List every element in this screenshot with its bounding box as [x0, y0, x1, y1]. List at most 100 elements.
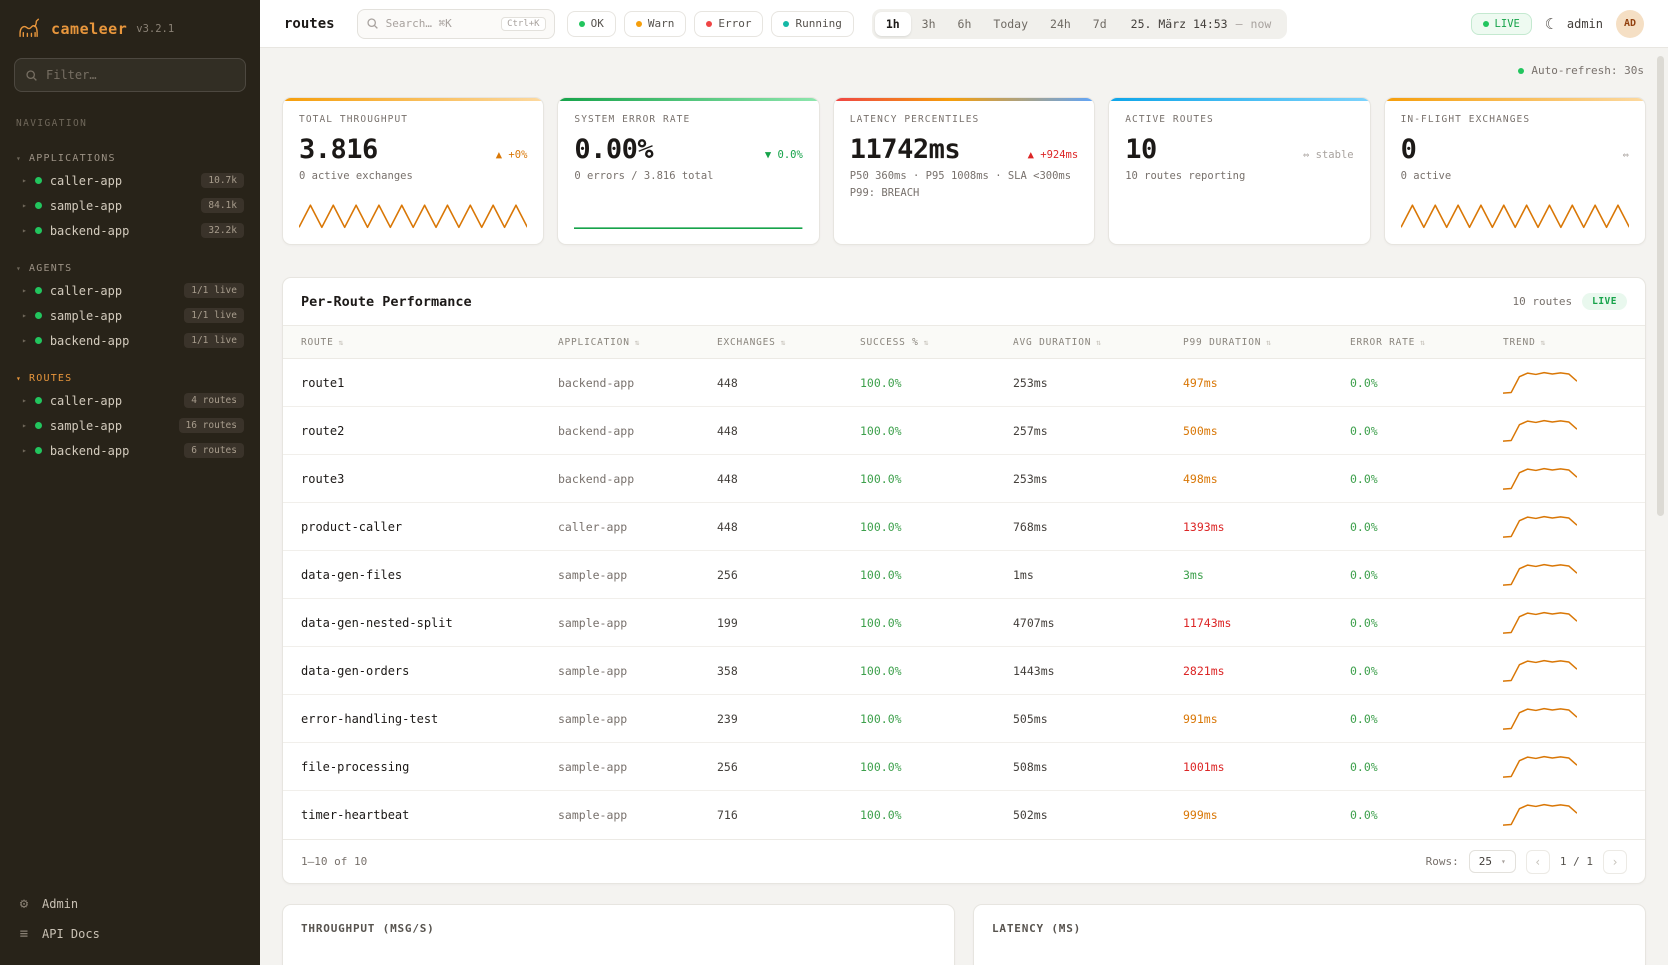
sidebar-item-caller-app[interactable]: ▸caller-app1/1 live	[0, 278, 260, 303]
time-range-display[interactable]: 25. März 14:53 — now	[1118, 17, 1285, 31]
time-from: 25. März 14:53	[1131, 17, 1228, 31]
range-24h[interactable]: 24h	[1039, 12, 1082, 36]
application-name: caller-app	[558, 520, 717, 534]
rows-per-page-select[interactable]: 25 ▾	[1469, 850, 1516, 873]
column-header-exchanges[interactable]: EXCHANGES⇅	[717, 337, 860, 348]
pagination-controls: Rows: 25 ▾ ‹ 1 / 1 ›	[1426, 850, 1627, 874]
sidebar-item-backend-app[interactable]: ▸backend-app32.2k	[0, 218, 260, 243]
sidebar-item-sample-app[interactable]: ▸sample-app16 routes	[0, 413, 260, 438]
success-value: 100.0%	[860, 568, 1013, 582]
sidebar-footer-admin[interactable]: ⚙Admin	[16, 889, 244, 919]
exchanges-value: 256	[717, 760, 860, 774]
table-row[interactable]: data-gen-orderssample-app358100.0%1443ms…	[283, 647, 1645, 695]
table-row[interactable]: file-processingsample-app256100.0%508ms1…	[283, 743, 1645, 791]
column-label: P99 DURATION	[1183, 337, 1261, 348]
table-row[interactable]: product-callercaller-app448100.0%768ms13…	[283, 503, 1645, 551]
content: Auto-refresh: 30s TOTAL THROUGHPUT3.816▲…	[260, 48, 1668, 965]
sidebar-item-caller-app[interactable]: ▸caller-app4 routes	[0, 388, 260, 413]
dark-mode-toggle[interactable]: ☾	[1545, 15, 1554, 33]
application-name: sample-app	[558, 568, 717, 582]
filter-chip-running[interactable]: Running	[771, 11, 853, 37]
table-row[interactable]: timer-heartbeatsample-app716100.0%502ms9…	[283, 791, 1645, 839]
table-row[interactable]: data-gen-nested-splitsample-app199100.0%…	[283, 599, 1645, 647]
sidebar-item-label: caller-app	[50, 394, 122, 408]
table-row[interactable]: route1backend-app448100.0%253ms497ms0.0%	[283, 359, 1645, 407]
route-name: data-gen-nested-split	[301, 616, 558, 630]
route-name: data-gen-files	[301, 568, 558, 582]
column-header-trend[interactable]: TREND⇅	[1503, 337, 1627, 348]
sidebar-footer-api-docs[interactable]: ≡API Docs	[16, 919, 244, 949]
p99-duration-value: 11743ms	[1183, 616, 1350, 630]
live-badge[interactable]: LIVE	[1471, 13, 1532, 35]
column-label: ROUTE	[301, 337, 334, 348]
section-header-applications[interactable]: ▾APPLICATIONS	[0, 149, 260, 168]
route-performance-panel: Per-Route Performance 10 routes LIVE ROU…	[282, 277, 1646, 884]
table-row[interactable]: route2backend-app448100.0%257ms500ms0.0%	[283, 407, 1645, 455]
range-3h[interactable]: 3h	[911, 12, 947, 36]
filter-chip-warn[interactable]: Warn	[624, 11, 687, 37]
table-row[interactable]: route3backend-app448100.0%253ms498ms0.0%	[283, 455, 1645, 503]
avg-duration-value: 508ms	[1013, 760, 1183, 774]
table-body: route1backend-app448100.0%253ms497ms0.0%…	[283, 359, 1645, 839]
column-header-success-[interactable]: SUCCESS %⇅	[860, 337, 1013, 348]
sidebar-item-caller-app[interactable]: ▸caller-app10.7k	[0, 168, 260, 193]
navigation-label: NAVIGATION	[0, 92, 260, 133]
kpi-accent-bar	[558, 98, 818, 101]
column-header-avg-duration[interactable]: AVG DURATION⇅	[1013, 337, 1183, 348]
sidebar-section: ▾AGENTS▸caller-app1/1 live▸sample-app1/1…	[0, 259, 260, 353]
sidebar-footer: ⚙Admin≡API Docs	[0, 879, 260, 965]
error-rate-value: 0.0%	[1350, 616, 1503, 630]
section-header-routes[interactable]: ▾ROUTES	[0, 369, 260, 388]
gear-icon: ⚙	[16, 896, 32, 912]
avatar[interactable]: AD	[1616, 10, 1644, 38]
status-dot-icon	[35, 177, 42, 184]
next-page-button[interactable]: ›	[1603, 850, 1627, 874]
chevron-right-icon: ▸	[22, 176, 27, 185]
table-row[interactable]: data-gen-filessample-app256100.0%1ms3ms0…	[283, 551, 1645, 599]
item-badge: 32.2k	[201, 223, 244, 238]
sidebar-item-backend-app[interactable]: ▸backend-app6 routes	[0, 438, 260, 463]
sidebar-item-sample-app[interactable]: ▸sample-app84.1k	[0, 193, 260, 218]
p99-duration-value: 3ms	[1183, 568, 1350, 582]
search-input[interactable]	[386, 17, 494, 30]
column-header-error-rate[interactable]: ERROR RATE⇅	[1350, 337, 1503, 348]
camel-logo-icon	[16, 16, 42, 42]
autorefresh-indicator: Auto-refresh: 30s	[282, 48, 1646, 77]
column-header-application[interactable]: APPLICATION⇅	[558, 337, 717, 348]
success-value: 100.0%	[860, 760, 1013, 774]
range-6h[interactable]: 6h	[947, 12, 983, 36]
section-header-agents[interactable]: ▾AGENTS	[0, 259, 260, 278]
kpi-title: IN-FLIGHT EXCHANGES	[1401, 114, 1629, 125]
kpi-value-row: 0⇔	[1401, 134, 1629, 165]
prev-page-button[interactable]: ‹	[1526, 850, 1550, 874]
filter-chip-ok[interactable]: OK	[567, 11, 616, 37]
kpi-value-row: 0.00%▼ 0.0%	[574, 134, 802, 165]
rows-value: 25	[1479, 855, 1492, 868]
trend-sparkline	[1503, 706, 1627, 732]
column-header-route[interactable]: ROUTE⇅	[301, 337, 558, 348]
filter-chip-error[interactable]: Error	[694, 11, 763, 37]
kpi-value-row: 3.816▲ +0%	[299, 134, 527, 165]
route-name: data-gen-orders	[301, 664, 558, 678]
kpi-accent-bar	[283, 98, 543, 101]
sort-icon: ⇅	[1096, 338, 1102, 347]
kpi-accent-bar	[1385, 98, 1645, 101]
kpi-title: ACTIVE ROUTES	[1125, 114, 1353, 125]
kpi-value: 0.00%	[574, 134, 653, 165]
table-row[interactable]: error-handling-testsample-app239100.0%50…	[283, 695, 1645, 743]
chevron-right-icon: ▸	[22, 446, 27, 455]
column-header-p99-duration[interactable]: P99 DURATION⇅	[1183, 337, 1350, 348]
range-1h[interactable]: 1h	[875, 12, 911, 36]
range-7d[interactable]: 7d	[1082, 12, 1118, 36]
sidebar-item-backend-app[interactable]: ▸backend-app1/1 live	[0, 328, 260, 353]
scrollbar[interactable]	[1657, 56, 1664, 516]
kpi-delta: ⇔	[1623, 149, 1629, 161]
filter-input[interactable]	[46, 68, 235, 82]
page-indicator: 1 / 1	[1560, 855, 1593, 868]
trend-sparkline	[1503, 370, 1627, 396]
application-name: sample-app	[558, 664, 717, 678]
search-box: Ctrl+K	[357, 9, 555, 39]
range-today[interactable]: Today	[982, 12, 1039, 36]
route-name: route2	[301, 424, 558, 438]
sidebar-item-sample-app[interactable]: ▸sample-app1/1 live	[0, 303, 260, 328]
